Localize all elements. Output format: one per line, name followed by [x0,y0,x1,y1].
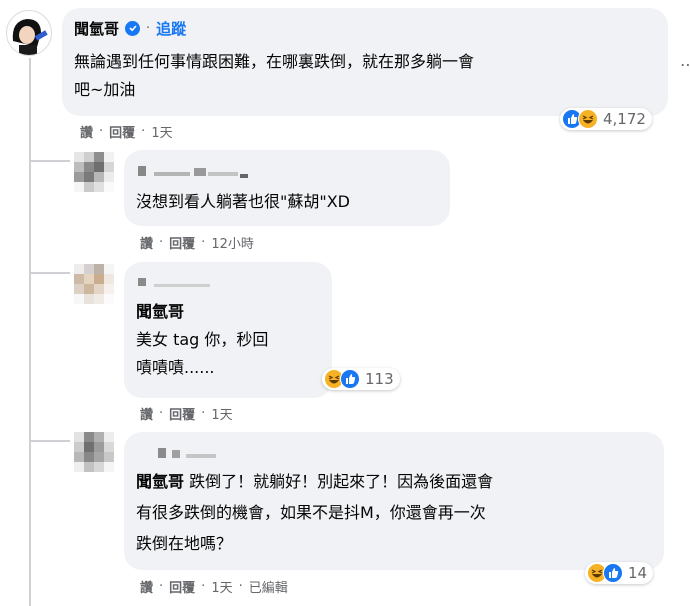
separator: · [201,579,206,594]
separator: · [201,406,206,421]
reply-text-line: 聞氫哥 跌倒了！就躺好！別起來了！因為後面還會 [136,466,652,497]
reply-bubble: 聞氫哥 跌倒了！就躺好！別起來了！因為後面還會 有很多跌倒的機會，如果不是抖M，… [124,432,664,570]
author-name-redacted [136,158,438,180]
like-button[interactable]: 讚 [140,404,153,423]
timestamp[interactable]: 12小時 [211,233,254,252]
timestamp[interactable]: 1天 [211,577,232,596]
reply-text-segment: 跌倒了！就躺好！別起來了！因為後面還會 [189,472,494,491]
separator: · [238,579,243,594]
reaction-summary[interactable]: 4,172 [560,108,652,130]
comment-text-line: 吧~加油 [74,80,136,99]
reply-actions: 讚 · 回覆 · 12小時 [140,233,254,252]
like-button[interactable]: 讚 [80,122,93,141]
author-name-redacted [136,270,320,288]
separator: · [159,406,164,421]
comment-bubble: 聞氫哥 · 追蹤 無論遇到任何事情跟困難，在哪裏跌倒，就在那多躺一會 吧~加油 [62,8,668,116]
like-button[interactable]: 讚 [140,577,153,596]
reply-actions: 讚 · 回覆 · 1天 · 已編輯 [140,577,288,596]
reply-connector [30,160,70,162]
reaction-count: 14 [628,564,648,582]
reply-connector [30,440,70,442]
more-options-icon[interactable]: ⋯ [680,55,690,74]
reply-text-line: 嘖嘖嘖...... [136,358,215,377]
reply-button[interactable]: 回覆 [169,404,195,423]
reply-text: 沒想到看人躺著也很"蘇胡"XD [136,192,351,211]
reply-text-line: 美女 tag 你，秒回 [136,330,269,349]
reply-bubble: 聞氫哥 美女 tag 你，秒回 嘖嘖嘖...... [124,262,332,398]
comment-author[interactable]: 聞氫哥 [74,18,119,39]
like-reaction-icon [603,563,623,583]
comment-text-line: 無論遇到任何事情跟困難，在哪裏跌倒，就在那多躺一會 [74,52,475,71]
comment-actions: 讚 · 回覆 · 1天 [80,122,173,141]
follow-button[interactable]: 追蹤 [156,18,186,39]
timestamp[interactable]: 1天 [211,404,232,423]
verified-badge-icon [125,20,141,36]
separator: · [159,579,164,594]
reply-actions: 讚 · 回覆 · 1天 [140,404,233,423]
comment-text: 無論遇到任何事情跟困難，在哪裏跌倒，就在那多躺一會 吧~加油 [74,48,656,104]
reply-button[interactable]: 回覆 [169,577,195,596]
reply-text: 美女 tag 你，秒回 嘖嘖嘖...... [136,326,320,382]
reaction-count: 4,172 [603,110,646,128]
avatar[interactable] [74,264,114,304]
like-reaction-icon [340,369,360,389]
avatar[interactable] [74,152,114,192]
separator: · [141,124,146,139]
reply-button[interactable]: 回覆 [109,122,135,141]
reaction-count: 113 [365,370,394,388]
reply-text: 聞氫哥 跌倒了！就躺好！別起來了！因為後面還會 有很多跌倒的機會，如果不是抖M，… [136,466,652,559]
separator: · [159,235,164,250]
separator: · [201,235,206,250]
reply-text-line: 有很多跌倒的機會，如果不是抖M，你還會再一次 [136,503,486,522]
edited-label: 已編輯 [248,581,288,596]
avatar[interactable] [6,10,52,56]
like-button[interactable]: 讚 [140,233,153,252]
tagged-user[interactable]: 聞氫哥 [136,298,320,322]
reply-button[interactable]: 回覆 [169,233,195,252]
tagged-user[interactable]: 聞氫哥 [136,472,184,491]
separator: · [99,124,104,139]
thread-line [29,58,31,606]
avatar[interactable] [74,432,114,472]
reply-connector [30,272,70,274]
timestamp[interactable]: 1天 [151,122,172,141]
reply-bubble: 沒想到看人躺著也很"蘇胡"XD [124,150,450,226]
reaction-summary[interactable]: 113 [322,368,400,390]
reaction-summary[interactable]: 14 [585,562,654,584]
haha-reaction-icon [578,109,598,129]
separator: · [146,20,151,36]
reply-text-line: 跌倒在地嗎？ [136,534,233,553]
author-name-redacted [136,440,652,458]
